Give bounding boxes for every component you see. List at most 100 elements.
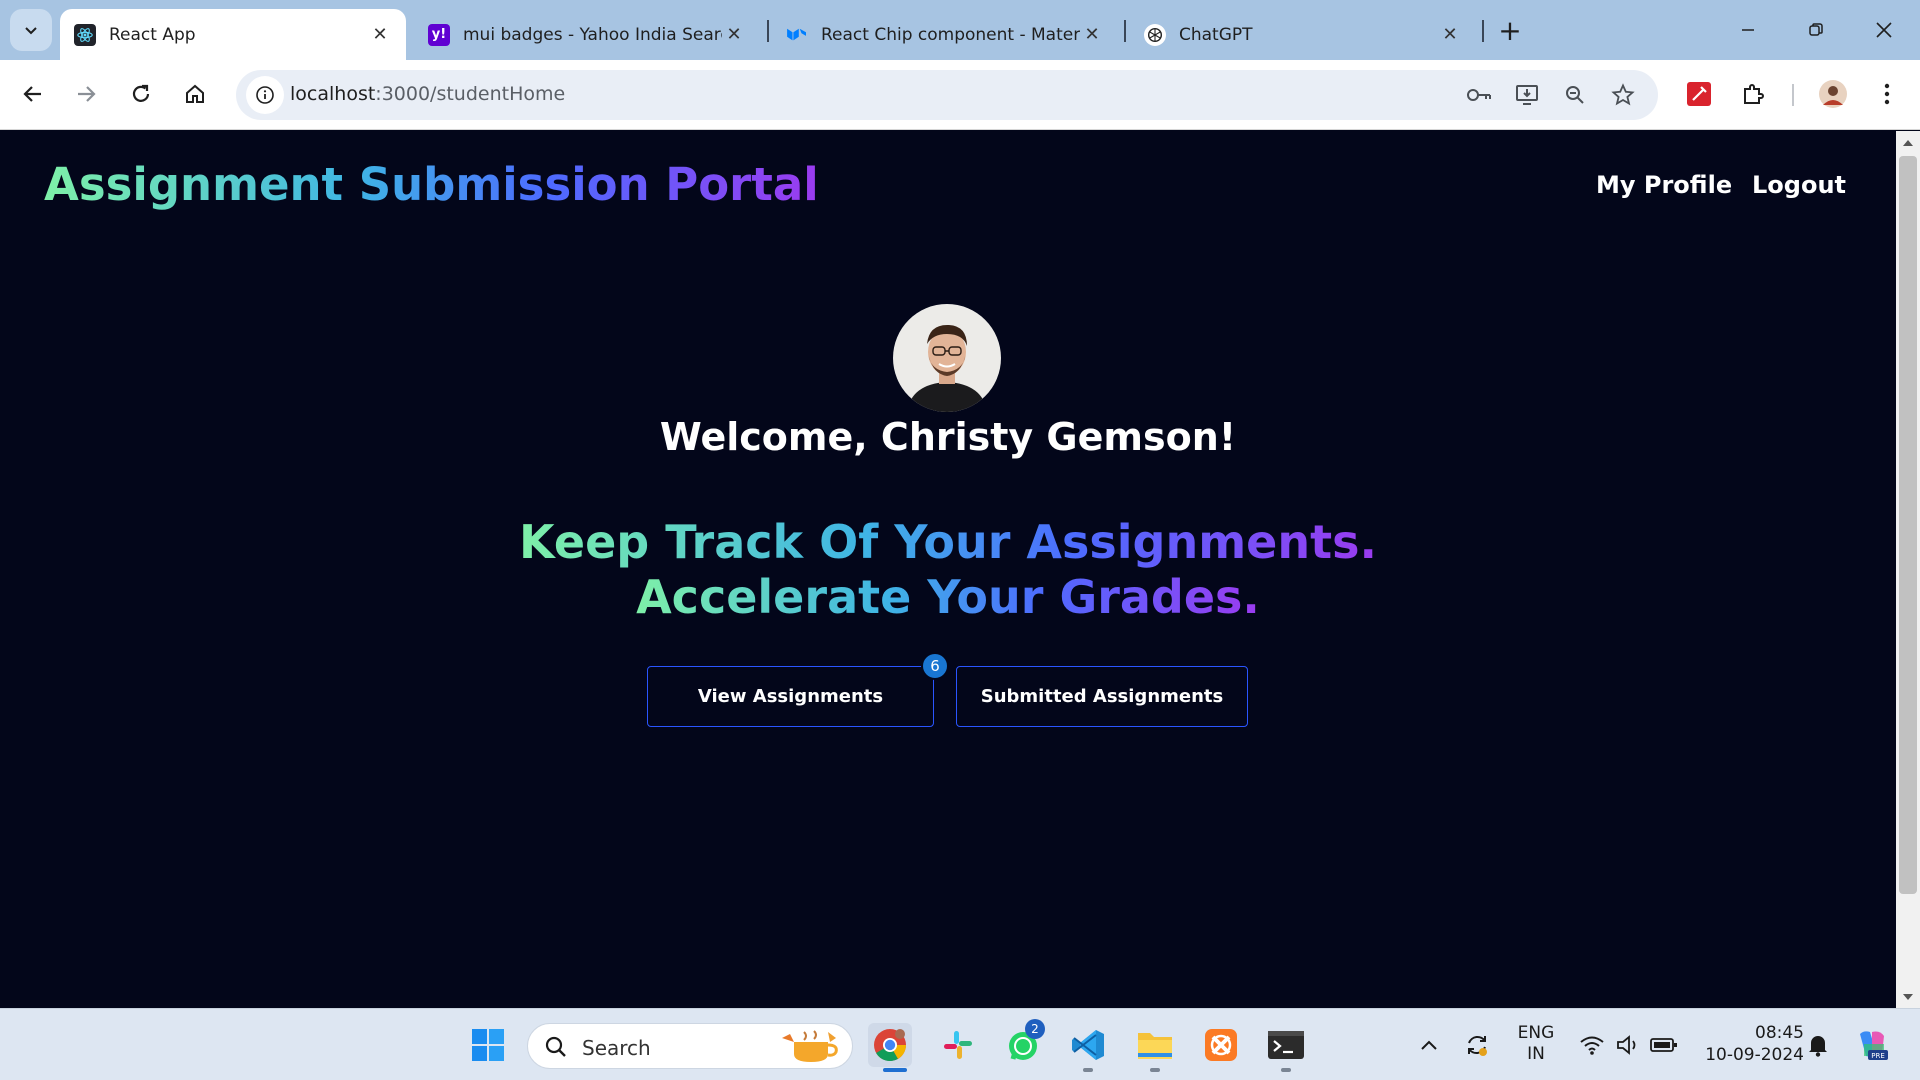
svg-text:PRE: PRE — [1871, 1052, 1885, 1060]
taskbar-slack[interactable] — [936, 1023, 980, 1067]
language-indicator[interactable]: ENG IN — [1508, 1023, 1564, 1065]
battery-icon — [1650, 1038, 1677, 1052]
close-icon[interactable]: ✕ — [1080, 23, 1104, 47]
arrow-left-icon — [23, 86, 41, 102]
assignment-count-badge: 6 — [921, 652, 949, 680]
running-indicator — [1150, 1068, 1160, 1072]
language-bottom: IN — [1527, 1044, 1545, 1064]
address-bar[interactable]: localhost:3000/studentHome — [236, 70, 1658, 120]
toolbar-divider — [1792, 84, 1794, 106]
wifi-icon — [1580, 1036, 1604, 1055]
speaker-icon — [1617, 1035, 1636, 1055]
mui-icon — [786, 24, 808, 46]
windows-icon — [472, 1029, 504, 1061]
brand-title[interactable]: Assignment Submission Portal — [44, 158, 819, 211]
start-button[interactable] — [466, 1023, 510, 1067]
tagline-line-2: Accelerate Your Grades. — [636, 570, 1260, 624]
taskbar-whatsapp[interactable]: 2 — [1001, 1019, 1045, 1067]
tagline: Keep Track Of Your Assignments. Accelera… — [0, 515, 1896, 625]
taskbar-file-explorer[interactable] — [1133, 1023, 1177, 1067]
browser-toolbar: localhost:3000/studentHome — [0, 60, 1920, 130]
clock[interactable]: 08:45 10-09-2024 — [1694, 1022, 1804, 1066]
home-button[interactable] — [174, 73, 216, 115]
tab-title: ChatGPT — [1179, 24, 1253, 45]
browser-tab-bar: React App ✕ y! mui badges - Yahoo India … — [0, 0, 1920, 60]
nav-logout[interactable]: Logout — [1752, 171, 1846, 199]
new-tab-button[interactable]: + — [1494, 14, 1526, 47]
taskbar-chrome[interactable] — [868, 1023, 912, 1067]
clock-date: 10-09-2024 — [1705, 1045, 1804, 1065]
tea-cup-icon — [782, 1030, 838, 1062]
tagline-line-1: Keep Track Of Your Assignments. — [519, 515, 1377, 569]
close-icon[interactable]: ✕ — [1438, 23, 1462, 47]
taskbar-xampp[interactable] — [1199, 1023, 1243, 1067]
restore-icon — [1809, 23, 1823, 36]
profile-avatar-button[interactable] — [1814, 75, 1852, 113]
search-label: Search — [582, 1036, 651, 1060]
running-indicator — [1083, 1068, 1093, 1072]
avatar — [893, 304, 1001, 412]
copilot-button[interactable]: PRE — [1850, 1023, 1894, 1067]
restore-button[interactable] — [1794, 10, 1838, 50]
tab-mui-chip[interactable]: React Chip component - Materi ✕ — [772, 9, 1118, 60]
tab-search-button[interactable] — [10, 9, 52, 51]
running-indicator — [883, 1068, 907, 1072]
avatar — [1819, 80, 1847, 108]
reload-button[interactable] — [120, 73, 162, 115]
clock-time: 08:45 — [1755, 1023, 1804, 1043]
yahoo-icon: y! — [428, 23, 450, 46]
url-path: :3000/studentHome — [375, 83, 566, 105]
submitted-assignments-button[interactable]: Submitted Assignments — [956, 666, 1248, 727]
tab-separator — [767, 20, 769, 42]
password-key-icon[interactable] — [1464, 80, 1494, 110]
close-icon[interactable]: ✕ — [368, 23, 392, 47]
taskbar-terminal[interactable] — [1264, 1023, 1308, 1067]
extensions-puzzle-icon[interactable] — [1734, 75, 1772, 113]
scrollbar-thumb[interactable] — [1899, 156, 1917, 894]
zoom-icon[interactable] — [1560, 80, 1590, 110]
search-icon — [545, 1036, 566, 1057]
view-assignments-button[interactable]: View Assignments — [647, 666, 934, 727]
tab-chatgpt[interactable]: ChatGPT ✕ — [1130, 9, 1476, 60]
slack-icon — [944, 1031, 972, 1059]
page-content: Assignment Submission Portal My Profile … — [0, 131, 1896, 1008]
back-button[interactable] — [12, 73, 54, 115]
chevron-down-icon — [25, 27, 37, 35]
more-vert-icon — [1884, 83, 1890, 105]
battery-button[interactable] — [1644, 1023, 1684, 1067]
forward-button[interactable] — [65, 73, 107, 115]
url-text[interactable]: localhost:3000/studentHome — [290, 83, 565, 105]
tab-title: mui badges - Yahoo India Searc — [463, 24, 722, 45]
close-window-button[interactable] — [1862, 10, 1906, 50]
running-indicator — [1281, 1068, 1291, 1072]
show-hidden-icons-button[interactable] — [1409, 1023, 1449, 1067]
notifications-button[interactable] — [1798, 1023, 1838, 1067]
windows-taskbar: Search 2 ENG IN 08:45 10-09-2024 PRE — [0, 1008, 1920, 1080]
whatsapp-notification-badge: 2 — [1025, 1019, 1045, 1039]
tab-react-app[interactable]: React App ✕ — [60, 9, 406, 60]
site-info-button[interactable] — [246, 76, 284, 114]
nav-my-profile[interactable]: My Profile — [1596, 171, 1732, 199]
tab-yahoo-search[interactable]: y! mui badges - Yahoo India Searc ✕ — [414, 9, 760, 60]
browser-menu-button[interactable] — [1868, 75, 1906, 113]
minimize-button[interactable] — [1726, 10, 1770, 50]
taskbar-search-box[interactable]: Search — [527, 1023, 853, 1069]
taskbar-vscode[interactable] — [1066, 1023, 1110, 1067]
bookmark-star-icon[interactable] — [1608, 80, 1638, 110]
minimize-icon — [1742, 29, 1754, 31]
scroll-up-icon[interactable] — [1902, 138, 1914, 148]
xampp-icon — [1205, 1029, 1237, 1061]
extension-pen-icon[interactable] — [1680, 75, 1718, 113]
copilot-icon: PRE — [1860, 1031, 1888, 1060]
tab-title: React App — [109, 24, 196, 45]
scroll-down-icon[interactable] — [1902, 992, 1914, 1002]
close-icon — [1876, 22, 1892, 38]
wifi-button[interactable] — [1572, 1023, 1612, 1067]
volume-button[interactable] — [1608, 1023, 1648, 1067]
tab-separator — [1124, 20, 1126, 42]
install-app-icon[interactable] — [1512, 80, 1542, 110]
chatgpt-icon — [1144, 23, 1166, 46]
tab-separator — [1482, 20, 1484, 42]
sync-status-button[interactable] — [1457, 1023, 1497, 1067]
close-icon[interactable]: ✕ — [722, 23, 746, 47]
